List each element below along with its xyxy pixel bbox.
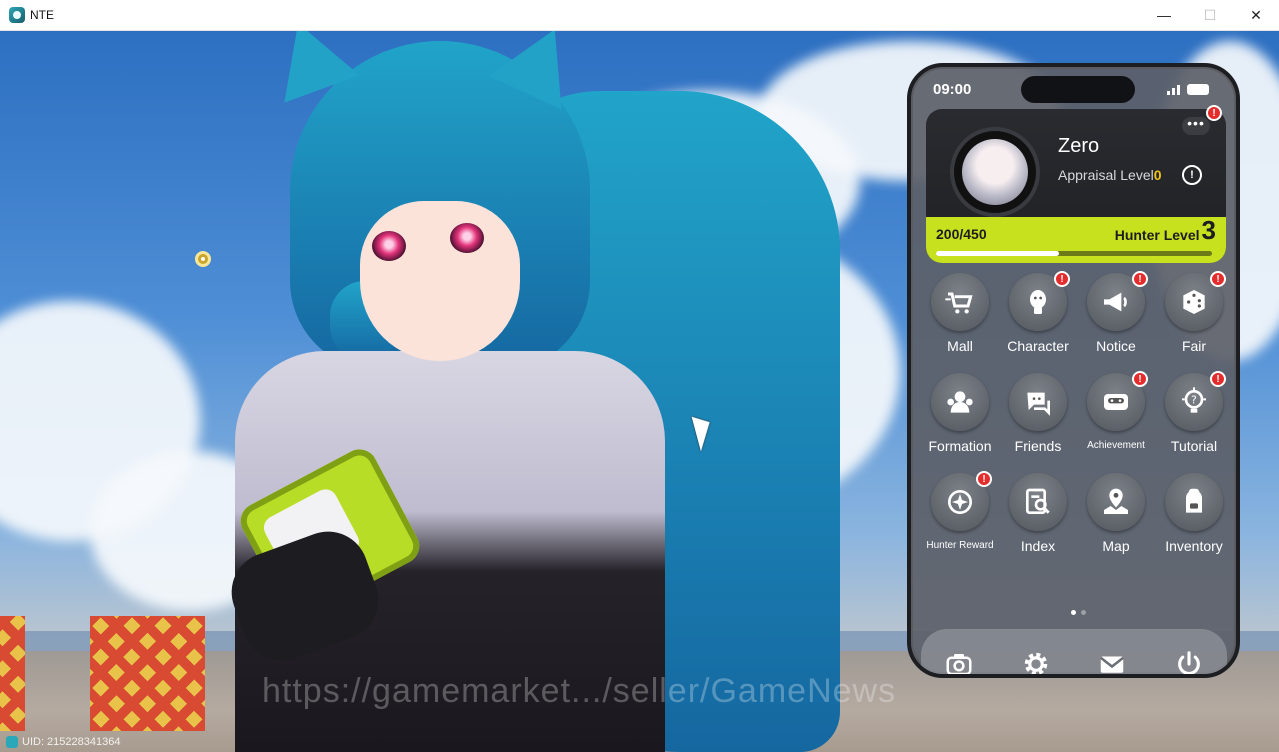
minimize-button[interactable]: —	[1141, 0, 1187, 30]
backpack-icon	[1186, 488, 1202, 513]
page-dot[interactable]	[1081, 610, 1086, 615]
page-dot[interactable]	[1071, 610, 1076, 615]
app-label: Fair	[1181, 338, 1207, 354]
app-friends[interactable]: Friends	[999, 373, 1077, 457]
notification-badge: !	[1132, 271, 1148, 287]
app-formation[interactable]: Formation	[921, 373, 999, 457]
window-title: NTE	[30, 8, 54, 22]
avatar	[962, 139, 1028, 205]
app-fair[interactable]: Fair!	[1155, 271, 1233, 357]
cart-icon	[945, 292, 973, 314]
exp-progress-bar	[936, 251, 1212, 256]
achievement-icon	[1104, 394, 1128, 410]
profile-card[interactable]: Zero Appraisal Level0 ! ••• 200/450 Hunt…	[926, 109, 1226, 263]
app-label: Index	[1020, 538, 1056, 554]
dock	[921, 629, 1227, 674]
app-tutorial[interactable]: ? Tutorial!	[1155, 371, 1233, 457]
status-time: 09:00	[933, 81, 972, 98]
app-label: Formation	[928, 438, 992, 454]
app-logo-icon	[9, 7, 25, 23]
target-marker-icon[interactable]	[195, 251, 211, 267]
friends-icon	[1027, 392, 1050, 416]
target-icon	[948, 490, 972, 514]
app-map[interactable]: Map	[1077, 473, 1155, 557]
app-label: Tutorial	[1170, 438, 1218, 454]
checkered-barrier	[90, 616, 205, 731]
notification-badge: !	[1132, 371, 1148, 387]
notification-badge: !	[1210, 371, 1226, 387]
checkered-barrier	[0, 616, 25, 731]
uid-label: UID: 215228341364	[6, 736, 120, 748]
appraisal-level: Appraisal Level0	[1058, 167, 1162, 183]
power-button[interactable]	[1169, 644, 1209, 674]
formation-icon	[947, 391, 973, 413]
app-grid: Mall Character! Notice! Fair! Formation Frien…	[921, 271, 1233, 557]
appraisal-value: 0	[1153, 167, 1162, 183]
app-label: Mall	[947, 338, 973, 354]
phone-menu: 09:00 Zero Appraisal Level0 ! ••• 200/45…	[907, 63, 1240, 678]
index-icon	[1026, 488, 1050, 514]
character-icon	[1030, 290, 1046, 314]
character-eye-left	[372, 231, 406, 261]
notification-badge: !	[1210, 271, 1226, 287]
close-button[interactable]: ✕	[1233, 0, 1279, 30]
app-label: Friends	[1014, 438, 1062, 454]
app-label: Character	[1007, 338, 1069, 354]
formation-button[interactable]	[931, 373, 989, 431]
camera-icon	[946, 654, 972, 674]
exp-progress-fill	[936, 251, 1059, 256]
app-inventory[interactable]: Inventory	[1155, 473, 1233, 557]
notification-badge: !	[976, 471, 992, 487]
settings-button[interactable]	[1016, 644, 1056, 674]
maximize-button[interactable]: ☐	[1187, 0, 1233, 30]
inventory-button[interactable]	[1165, 473, 1223, 531]
camera-button[interactable]	[939, 644, 979, 674]
mail-icon	[1100, 656, 1125, 673]
more-options-button[interactable]: •••	[1182, 116, 1210, 135]
page-indicator	[1071, 610, 1086, 615]
svg-text:?: ?	[1191, 393, 1197, 406]
mall-button[interactable]	[931, 273, 989, 331]
notification-badge: !	[1206, 105, 1222, 121]
power-icon	[1177, 651, 1200, 674]
character-eye-right	[450, 223, 484, 253]
app-mall[interactable]: Mall	[921, 273, 999, 357]
app-label: Achievement	[1087, 440, 1145, 451]
watermark: https://gamemarket.../seller/GameNews	[262, 672, 897, 710]
signal-icon	[1167, 85, 1180, 95]
friends-button[interactable]	[1009, 373, 1067, 431]
avatar-frame[interactable]	[950, 127, 1040, 217]
app-label: Inventory	[1165, 538, 1223, 554]
map-button[interactable]	[1087, 473, 1145, 531]
exp-text: 200/450	[936, 226, 987, 242]
user-name: Zero	[1058, 135, 1100, 157]
app-index[interactable]: Index	[999, 473, 1077, 557]
map-pin-icon	[1104, 488, 1128, 514]
appraisal-label: Appraisal Level	[1058, 167, 1154, 183]
bulb-icon: ?	[1182, 387, 1206, 413]
app-label: Notice	[1096, 338, 1136, 354]
dice-icon	[1183, 290, 1205, 314]
info-icon[interactable]: !	[1182, 165, 1202, 185]
app-character[interactable]: Character!	[999, 271, 1077, 357]
uid-text: UID: 215228341364	[22, 736, 121, 748]
battery-icon	[1187, 84, 1209, 95]
mail-button[interactable]	[1092, 644, 1132, 674]
character-face	[360, 201, 520, 361]
notification-badge: !	[1054, 271, 1070, 287]
megaphone-icon	[1104, 292, 1127, 312]
app-achievement[interactable]: Achievement!	[1077, 371, 1155, 457]
app-notice[interactable]: Notice!	[1077, 271, 1155, 357]
settings-icon	[1024, 652, 1047, 674]
index-button[interactable]	[1009, 473, 1067, 531]
window-titlebar: NTE — ☐ ✕	[0, 0, 1279, 31]
hunter-level-label: Hunter Level	[1114, 227, 1200, 243]
hunter-level: Hunter Level 3	[1115, 217, 1216, 243]
app-label: Hunter Reward	[926, 540, 994, 551]
app-hunter-reward[interactable]: Hunter Reward!	[921, 471, 999, 557]
phone-notch	[1021, 76, 1135, 103]
uid-logo-icon	[6, 736, 18, 748]
app-label: Map	[1102, 538, 1130, 554]
hunter-level-value: 3	[1201, 215, 1216, 245]
